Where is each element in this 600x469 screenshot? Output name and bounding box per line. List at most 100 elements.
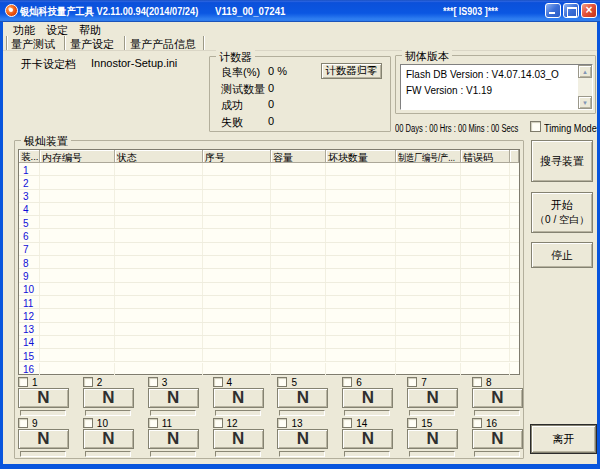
port-status-button-7[interactable]: N [407,388,458,408]
device-row[interactable]: 5 [19,216,519,229]
device-cell [271,243,326,255]
port-progress-bar-5 [279,410,325,416]
device-row[interactable]: 3 [19,190,519,203]
port-checkbox-11[interactable] [148,418,158,428]
port-status-button-9[interactable]: N [18,429,69,449]
port-checkbox-15[interactable] [407,418,417,428]
device-cell [461,269,510,281]
port-status-button-10[interactable]: N [83,429,134,449]
port-status-button-1[interactable]: N [18,388,69,408]
device-cell [115,256,203,268]
column-header[interactable]: 制造厂编号/产... [396,150,461,163]
tab-production-test[interactable]: 量产测试 [11,36,55,50]
port-checkbox-9[interactable] [18,418,28,428]
device-row[interactable]: 12 [19,309,519,322]
device-row[interactable]: 16 [19,363,519,376]
port-status-button-6[interactable]: N [342,388,393,408]
device-cell [396,363,461,375]
column-header[interactable]: 内存编号 [40,150,115,163]
device-row[interactable]: 11 [19,296,519,309]
port-checkbox-6[interactable] [342,377,352,387]
column-header[interactable]: 状态 [115,150,203,163]
device-table-header: 装...内存编号状态序号容量坏块数量制造厂编号/产...错误码 [19,150,519,163]
port-checkbox-1[interactable] [18,377,28,387]
column-header[interactable]: 序号 [203,150,271,163]
maximize-button[interactable] [563,3,579,18]
port-status-button-14[interactable]: N [342,429,393,449]
port-checkbox-2[interactable] [83,377,93,387]
exit-button[interactable]: 离开 [531,425,596,453]
firmware-scrollbar[interactable]: ▲ ▼ [578,65,592,109]
search-devices-button[interactable]: 搜寻装置 [531,140,593,182]
port-status-button-5[interactable]: N [277,388,328,408]
counter-reset-button[interactable]: 计数器归零 [321,63,382,79]
timing-mode-checkbox[interactable] [530,121,541,132]
port-status-button-2[interactable]: N [83,388,134,408]
scroll-up-icon[interactable]: ▲ [578,65,592,78]
device-cell [326,283,396,295]
port-number-label: 4 [227,377,233,388]
device-cell [115,349,203,361]
device-row[interactable]: 1 [19,163,519,176]
start-button[interactable]: 开始 （0 / 空白） [531,192,593,233]
device-cell [396,190,461,202]
device-cell [115,203,203,215]
port-checkbox-14[interactable] [342,418,352,428]
device-row-number: 3 [19,190,40,202]
port-checkbox-5[interactable] [277,377,287,387]
port-checkbox-7[interactable] [407,377,417,387]
port-number-label: 12 [227,418,238,429]
device-row[interactable]: 2 [19,176,519,189]
scroll-down-icon[interactable]: ▼ [578,96,592,109]
device-cell [461,216,510,228]
port-status-button-11[interactable]: N [148,429,199,449]
device-cell [203,230,271,242]
port-checkbox-10[interactable] [83,418,93,428]
close-button[interactable] [581,3,597,18]
tab-production-settings[interactable]: 量产设定 [70,36,114,50]
port-status-button-16[interactable]: N [472,429,523,449]
fail-value: 0 [268,115,274,127]
column-header[interactable]: 错误码 [461,150,510,163]
port-progress-bar-4 [215,410,261,416]
device-row[interactable]: 7 [19,243,519,256]
device-cell [461,256,510,268]
device-cell [271,269,326,281]
port-checkbox-12[interactable] [213,418,223,428]
minimize-button[interactable] [545,3,561,18]
device-cell [461,323,510,335]
device-cell [115,323,203,335]
device-cell [461,349,510,361]
port-checkbox-4[interactable] [213,377,223,387]
port-checkbox-8[interactable] [472,377,482,387]
stop-button[interactable]: 停止 [531,242,593,268]
port-checkbox-3[interactable] [148,377,158,387]
tested-value: 0 [268,82,274,94]
port-status-button-12[interactable]: N [213,429,264,449]
device-row[interactable]: 14 [19,336,519,349]
tab-product-info[interactable]: 量产产品信息 [130,36,196,50]
device-cell [40,349,115,361]
port-checkbox-16[interactable] [472,418,482,428]
port-status-button-15[interactable]: N [407,429,458,449]
device-row[interactable]: 4 [19,203,519,216]
port-number-label: 8 [486,377,492,388]
device-row[interactable]: 13 [19,323,519,336]
device-row[interactable]: 15 [19,349,519,362]
column-header[interactable]: 坏块数量 [326,150,396,163]
device-row[interactable]: 9 [19,269,519,282]
port-status-button-4[interactable]: N [213,388,264,408]
tested-label: 测试数量 [221,82,265,97]
column-header[interactable]: 容量 [271,150,326,163]
column-header[interactable]: 装... [19,150,40,163]
device-cell [271,163,326,175]
port-checkbox-13[interactable] [277,418,287,428]
port-number-label: 6 [356,377,362,388]
device-row[interactable]: 6 [19,230,519,243]
port-status-button-13[interactable]: N [277,429,328,449]
port-status-button-3[interactable]: N [148,388,199,408]
port-progress-bar-14 [344,451,390,457]
device-row[interactable]: 8 [19,256,519,269]
device-row[interactable]: 10 [19,283,519,296]
port-status-button-8[interactable]: N [472,388,523,408]
